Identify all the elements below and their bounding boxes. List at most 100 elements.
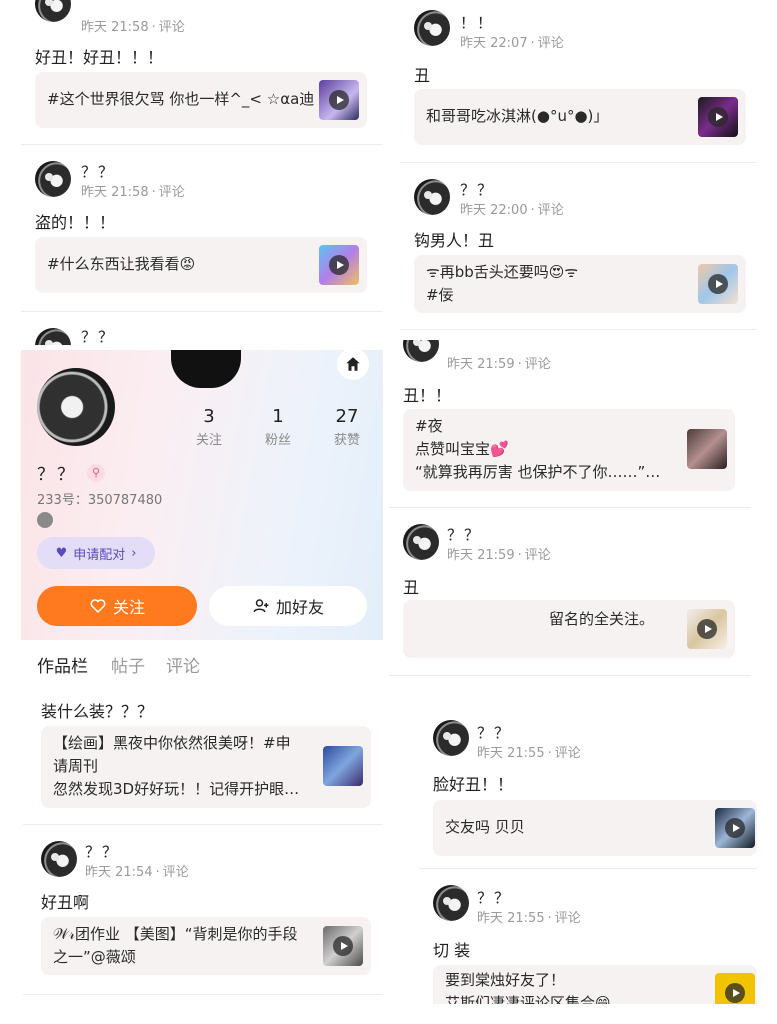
right-mid-panel: 昨天 21:59 · 评论 丑！！ #夜 点赞叫宝宝💕 “就算我再厉害 也保护不了你… (389, 340, 751, 692)
video-thumbnail[interactable] (319, 245, 359, 285)
post-card[interactable]: ？？ 昨天 21:55 · 评论 切 装 要到棠烛好友了！ 艾斯们凄凄评论区集合😄 (419, 869, 757, 1004)
quoted-work[interactable]: 要到棠烛好友了！ 艾斯们凄凄评论区集合😄 (433, 965, 757, 1004)
image-thumbnail[interactable] (687, 429, 727, 469)
quoted-work[interactable]: 【绘画】黑夜中你依然很美呀！#申 请周刊 忽然发现3D好好玩！！记得开护眼… (41, 726, 371, 808)
nickname[interactable]: ！！ (460, 12, 494, 33)
post-card[interactable]: ？？ 昨天 21:54 · 评论 好丑啊 𝒲𝓇团作业 【美图】“背刺是你的手段 之一… (23, 825, 383, 995)
post-meta: 昨天 21:58 · 评论 (81, 185, 185, 200)
add-friend-button[interactable]: 加好友 (209, 586, 367, 626)
quoted-work[interactable]: 𝒲𝓇团作业 【美图】“背刺是你的手段 之一”@薇颂 (41, 917, 371, 975)
post-meta: 昨天 21:58 · 评论 (81, 20, 185, 35)
heart-icon: ♥ (55, 545, 68, 561)
avatar[interactable] (403, 340, 439, 362)
apply-pair-label: 申请配对 (73, 547, 126, 563)
quoted-work[interactable]: 交友吗 贝贝 (433, 800, 757, 856)
post-time: 昨天 21:58 (81, 185, 149, 200)
comment-link[interactable]: 评论 (159, 185, 185, 200)
video-thumbnail[interactable] (319, 80, 359, 120)
post-time: 昨天 22:00 (460, 203, 528, 218)
post-card[interactable]: 装什么装？？？ 【绘画】黑夜中你依然很美呀！#申 请周刊 忽然发现3D好好玩！！… (23, 680, 383, 825)
post-card[interactable]: ？？ 昨天 22:00 · 评论 钩男人！丑 ᯤ再bb舌头还要吗😍ᯤ #佞 (400, 163, 757, 330)
nickname[interactable]: ？？ (460, 179, 494, 200)
quoted-line: 艾斯们凄凄评论区集合😄 (445, 994, 611, 1004)
play-icon (725, 818, 745, 838)
profile-avatar[interactable] (37, 368, 115, 446)
stat-number: 3 (203, 406, 215, 427)
play-icon (329, 255, 349, 275)
post-card[interactable]: ？？ 昨天 21:55 · 评论 脸好丑！！ 交友吗 贝贝 (419, 704, 757, 869)
comment-link[interactable]: 评论 (525, 548, 551, 563)
profile-id[interactable]: 233号：350787480 (37, 489, 162, 508)
comment-link[interactable]: 评论 (555, 911, 581, 926)
play-icon (708, 274, 728, 294)
quoted-text: #夜 点赞叫宝宝💕 “就算我再厉害 也保护不了你……”… (415, 415, 660, 484)
stat-likes[interactable]: 27 获赞 (317, 406, 377, 448)
quoted-work[interactable]: #这个世界很欠骂 你也一样^_< ☆αa迪 (35, 72, 367, 128)
post-card[interactable]: 昨天 21:58 · 评论 好丑！好丑！！！ #这个世界很欠骂 你也一样^_< ☆α… (21, 0, 383, 145)
avatar[interactable] (433, 720, 469, 756)
follow-label: 关注 (112, 598, 145, 617)
quoted-line: 之一”@薇颂 (53, 948, 136, 966)
post-card[interactable]: ！！ 昨天 22:07 · 评论 丑 和哥哥吃冰淇淋(●°u°●)」 (400, 0, 757, 163)
stat-followers[interactable]: 1 粉丝 (248, 406, 308, 448)
avatar[interactable] (35, 161, 71, 197)
comment-link[interactable]: 评论 (159, 20, 185, 35)
nickname[interactable]: ？？ (447, 524, 481, 545)
image-thumbnail[interactable] (323, 746, 363, 786)
tab-comments[interactable]: 评论 (166, 652, 200, 677)
follow-button[interactable]: 关注 (37, 586, 197, 626)
avatar[interactable] (41, 841, 77, 877)
video-thumbnail[interactable] (715, 808, 755, 848)
gender-icon: ⚲ (87, 463, 105, 482)
avatar[interactable] (414, 10, 450, 46)
add-friend-label: 加好友 (275, 598, 324, 617)
post-card[interactable]: ？？ 昨天 21:58 · 评论 盗的！！！ #什么东西让我看看😡 (21, 145, 383, 312)
quoted-line: #夜 (415, 417, 443, 435)
quoted-work[interactable]: 留名的全关注。 (403, 600, 735, 658)
right-top-panel: ！！ 昨天 22:07 · 评论 丑 和哥哥吃冰淇淋(●°u°●)」 ？？ 昨天 2… (400, 0, 757, 330)
video-thumbnail[interactable] (687, 609, 727, 649)
quoted-work[interactable]: 和哥哥吃冰淇淋(●°u°●)」 (414, 89, 746, 145)
comment-link[interactable]: 评论 (538, 203, 564, 218)
chevron-right-icon: › (131, 545, 137, 561)
tab-works[interactable]: 作品栏 (37, 652, 88, 677)
nickname[interactable]: ？？ (477, 887, 511, 908)
avatar[interactable] (414, 179, 450, 215)
right-bottom-panel: ？？ 昨天 21:55 · 评论 脸好丑！！ 交友吗 贝贝 ？？ 昨天 21:55 ·… (419, 704, 757, 1004)
profile-name: ？？ (37, 465, 77, 485)
avatar[interactable] (35, 0, 71, 22)
post-time: 昨天 21:54 (85, 865, 153, 880)
apply-pair-button[interactable]: ♥ 申请配对 › (37, 537, 155, 569)
comment-link[interactable]: 评论 (555, 746, 581, 761)
tab-posts[interactable]: 帖子 (111, 652, 145, 677)
post-meta: 昨天 21:59 · 评论 (447, 548, 551, 563)
nickname[interactable]: ？？ (81, 161, 115, 182)
post-time: 昨天 21:55 (477, 911, 545, 926)
nickname[interactable]: ？？ (85, 841, 119, 862)
avatar[interactable] (433, 885, 469, 921)
avatar[interactable] (403, 524, 439, 560)
post-card[interactable]: ？？ 昨天 21:59 · 评论 丑 留名的全关注。 (389, 508, 751, 676)
video-thumbnail[interactable] (698, 264, 738, 304)
nickname[interactable]: ？？ (81, 326, 115, 345)
post-card[interactable]: ？？ (21, 312, 383, 345)
comment-link[interactable]: 评论 (538, 36, 564, 51)
quoted-work[interactable]: #夜 点赞叫宝宝💕 “就算我再厉害 也保护不了你……”… (403, 409, 735, 491)
profile-name-row: ？？ ⚲ (37, 460, 105, 485)
play-icon (725, 983, 745, 1003)
play-icon (333, 936, 353, 956)
stat-following[interactable]: 3 关注 (179, 406, 239, 448)
comment-link[interactable]: 评论 (525, 357, 551, 372)
play-icon (697, 619, 717, 639)
quoted-work[interactable]: ᯤ再bb舌头还要吗😍ᯤ #佞 (414, 255, 746, 313)
video-thumbnail[interactable] (698, 97, 738, 137)
comment-link[interactable]: 评论 (163, 865, 189, 880)
add-user-icon (253, 599, 269, 613)
quoted-work[interactable]: #什么东西让我看看😡 (35, 237, 367, 293)
post-card[interactable]: 昨天 21:59 · 评论 丑！！ #夜 点赞叫宝宝💕 “就算我再厉害 也保护不了你… (389, 340, 751, 508)
video-thumbnail[interactable] (323, 926, 363, 966)
avatar[interactable] (35, 328, 71, 345)
nickname[interactable]: ？？ (477, 722, 511, 743)
left-bottom-panel: 装什么装？？？ 【绘画】黑夜中你依然很美呀！#申 请周刊 忽然发现3D好好玩！！… (23, 680, 383, 1024)
video-thumbnail[interactable] (715, 973, 755, 1004)
